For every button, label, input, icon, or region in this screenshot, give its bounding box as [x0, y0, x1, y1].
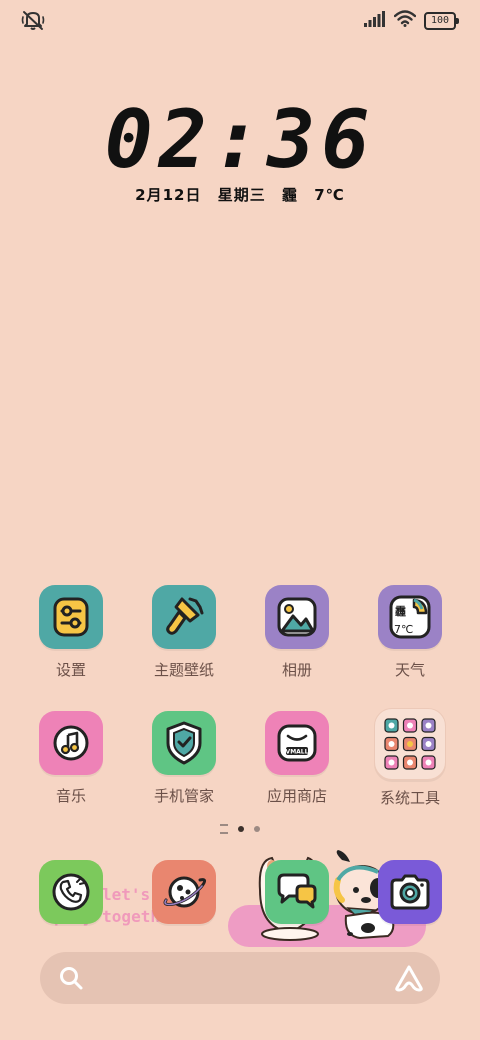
app-store[interactable]: VMALL 应用商店: [247, 711, 347, 806]
dock-app-camera[interactable]: [360, 860, 460, 924]
app-label: 天气: [394, 661, 425, 679]
app-label: 手机管家: [153, 787, 214, 805]
clock-weather: 霾: [281, 186, 298, 204]
dock-app-messages[interactable]: [247, 860, 347, 924]
battery-indicator: 100: [424, 11, 459, 30]
app-phone-manager[interactable]: 手机管家: [134, 711, 234, 806]
folder-icon: [374, 708, 446, 780]
app-settings[interactable]: 设置: [21, 585, 121, 680]
app-label: 系统工具: [379, 789, 440, 807]
paintbrush-icon: [152, 585, 216, 649]
app-folder-system-tools[interactable]: 系统工具: [360, 708, 460, 808]
search-bar[interactable]: [40, 952, 440, 1004]
music-icon: [39, 711, 103, 775]
chat-bubble-icon: [265, 860, 329, 924]
app-music[interactable]: 音乐: [21, 711, 121, 806]
app-store-icon: VMALL: [265, 711, 329, 775]
app-themes[interactable]: 主题壁纸: [134, 585, 234, 680]
app-label: 应用商店: [266, 787, 327, 805]
clock-widget[interactable]: 02:36 2月12日 星期三 霾 7℃: [0, 100, 480, 205]
app-gallery[interactable]: 相册: [247, 585, 347, 680]
weather-icon-condition: 霾: [395, 605, 406, 618]
clock-weekday: 星期三: [217, 186, 266, 204]
app-store-icon-text: VMALL: [286, 749, 309, 756]
page-indicator-menu-icon[interactable]: [220, 824, 228, 834]
assistant-icon[interactable]: [394, 964, 424, 996]
camera-icon: [378, 860, 442, 924]
shield-icon: [152, 711, 216, 775]
dock-app-browser[interactable]: [134, 860, 234, 924]
wifi-icon: [393, 10, 417, 31]
bell-muted-icon: [20, 8, 46, 32]
gallery-icon: [265, 585, 329, 649]
status-bar: 100: [0, 0, 480, 40]
settings-sliders-icon: [39, 585, 103, 649]
weather-icon: 霾 7℃: [378, 585, 442, 649]
dock: [0, 858, 480, 938]
app-label: 主题壁纸: [153, 661, 214, 679]
app-label: 相册: [281, 661, 312, 679]
app-weather[interactable]: 霾 7℃ 天气: [360, 585, 460, 680]
page-dot-active[interactable]: [238, 826, 244, 832]
planet-icon: [152, 860, 216, 924]
page-dot[interactable]: [254, 826, 260, 832]
phone-icon: [39, 860, 103, 924]
signal-bars-icon: [364, 10, 386, 31]
app-label: 设置: [55, 661, 86, 679]
app-label: 音乐: [55, 787, 86, 805]
dock-app-phone[interactable]: [21, 860, 121, 924]
clock-date: 2月12日: [135, 186, 202, 204]
search-icon[interactable]: [58, 965, 84, 995]
clock-time: 02:36: [104, 93, 376, 186]
clock-date-line: 2月12日 星期三 霾 7℃: [0, 184, 480, 205]
clock-temperature: 7℃: [314, 186, 345, 204]
weather-icon-temp: 7℃: [394, 623, 413, 636]
page-indicator[interactable]: [0, 824, 480, 834]
